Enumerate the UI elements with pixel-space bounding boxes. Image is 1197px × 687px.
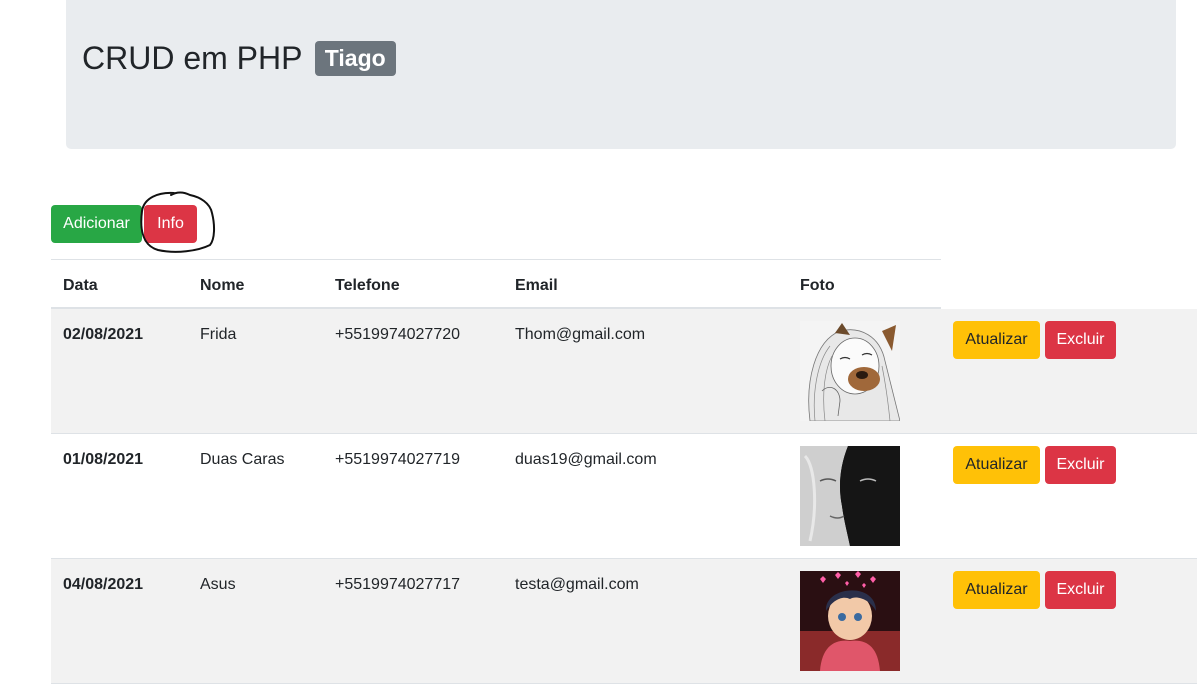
table-header: Data Nome Telefone Email Foto	[51, 259, 941, 309]
column-header-telefone: Telefone	[335, 277, 400, 294]
column-header-email: Email	[515, 277, 558, 294]
cell-email: Thom@gmail.com	[515, 326, 646, 343]
column-header-foto: Foto	[800, 277, 835, 294]
page-title-text: CRUD em PHP	[82, 40, 302, 76]
column-header-nome: Nome	[200, 277, 245, 294]
info-button[interactable]: Info	[144, 205, 197, 243]
cell-telefone: +5519974027717	[335, 576, 461, 593]
cell-nome: Duas Caras	[200, 451, 285, 468]
contacts-table: Data Nome Telefone Email Foto 02/08/2021…	[51, 259, 1197, 687]
delete-button[interactable]: Excluir	[1045, 321, 1116, 359]
update-button[interactable]: Atualizar	[953, 446, 1040, 484]
page-title: CRUD em PHP Tiago	[82, 38, 396, 78]
cell-data: 02/08/2021	[63, 326, 144, 343]
table-row: 02/08/2021 Frida +5519974027720 Thom@gma…	[51, 309, 1197, 434]
column-header-data: Data	[63, 277, 98, 294]
contact-photo	[800, 571, 900, 671]
update-button[interactable]: Atualizar	[953, 321, 1040, 359]
delete-button[interactable]: Excluir	[1045, 446, 1116, 484]
cell-data: 01/08/2021	[63, 451, 144, 468]
cell-email: duas19@gmail.com	[515, 451, 657, 468]
cell-data: 04/08/2021	[63, 576, 144, 593]
user-badge: Tiago	[314, 41, 396, 76]
contact-photo	[800, 446, 900, 546]
delete-button[interactable]: Excluir	[1045, 571, 1116, 609]
add-button[interactable]: Adicionar	[51, 205, 142, 243]
cell-email: testa@gmail.com	[515, 576, 639, 593]
table-row: 01/08/2021 Duas Caras +5519974027719 dua…	[51, 434, 1197, 559]
cell-nome: Frida	[200, 326, 237, 343]
table-row: 04/08/2021 Asus +5519974027717 testa@gma…	[51, 559, 1197, 684]
jumbotron-header: CRUD em PHP Tiago	[66, 0, 1176, 149]
cell-telefone: +5519974027720	[335, 326, 461, 343]
cell-telefone: +5519974027719	[335, 451, 461, 468]
cell-nome: Asus	[200, 576, 236, 593]
contact-photo	[800, 321, 900, 421]
update-button[interactable]: Atualizar	[953, 571, 1040, 609]
